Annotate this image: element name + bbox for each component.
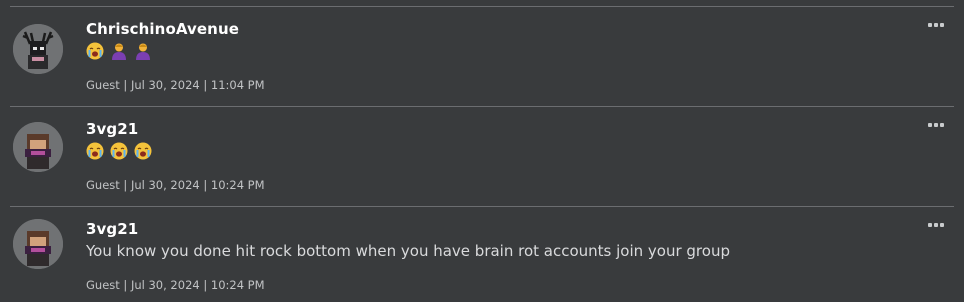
- dot: [940, 223, 944, 227]
- avatar-image: [13, 219, 63, 269]
- more-options-icon[interactable]: [928, 120, 948, 130]
- post-emoji-content: [86, 142, 152, 162]
- dot: [928, 123, 932, 127]
- loudly-crying-face-emoji: [86, 42, 104, 60]
- woman-bowing-emoji: [136, 43, 150, 60]
- post-meta: Guest | Jul 30, 2024 | 11:04 PM: [86, 78, 265, 92]
- dot: [934, 123, 938, 127]
- dot: [934, 223, 938, 227]
- post-meta: Guest | Jul 30, 2024 | 10:24 PM: [86, 278, 265, 292]
- avatar-image: [13, 24, 63, 74]
- loudly-crying-face-emoji: [134, 142, 152, 160]
- post-body: You know you done hit rock bottom when y…: [86, 242, 730, 260]
- dot: [928, 23, 932, 27]
- wall-post: 3vg21 Guest | Jul 30, 2024 | 10:24 PM: [0, 106, 964, 206]
- more-options-icon[interactable]: [928, 20, 948, 30]
- post-meta: Guest | Jul 30, 2024 | 10:24 PM: [86, 178, 265, 192]
- avatar-image: [13, 122, 63, 172]
- username[interactable]: 3vg21: [86, 120, 138, 138]
- dot: [928, 223, 932, 227]
- username[interactable]: ChrischinoAvenue: [86, 20, 239, 38]
- loudly-crying-face-emoji: [110, 142, 128, 160]
- post-emoji-content: [86, 42, 152, 62]
- dot: [940, 23, 944, 27]
- more-options-icon[interactable]: [928, 220, 948, 230]
- wall-post: ChrischinoAvenue Guest | Jul 30, 2024 | …: [0, 6, 964, 106]
- dot: [940, 123, 944, 127]
- avatar[interactable]: [13, 219, 63, 269]
- avatar[interactable]: [13, 24, 63, 74]
- wall-post: 3vg21 You know you done hit rock bottom …: [0, 206, 964, 302]
- username[interactable]: 3vg21: [86, 220, 138, 238]
- dot: [934, 23, 938, 27]
- loudly-crying-face-emoji: [86, 142, 104, 160]
- group-wall-feed: ChrischinoAvenue Guest | Jul 30, 2024 | …: [0, 0, 964, 302]
- woman-bowing-emoji: [112, 43, 126, 60]
- avatar[interactable]: [13, 122, 63, 172]
